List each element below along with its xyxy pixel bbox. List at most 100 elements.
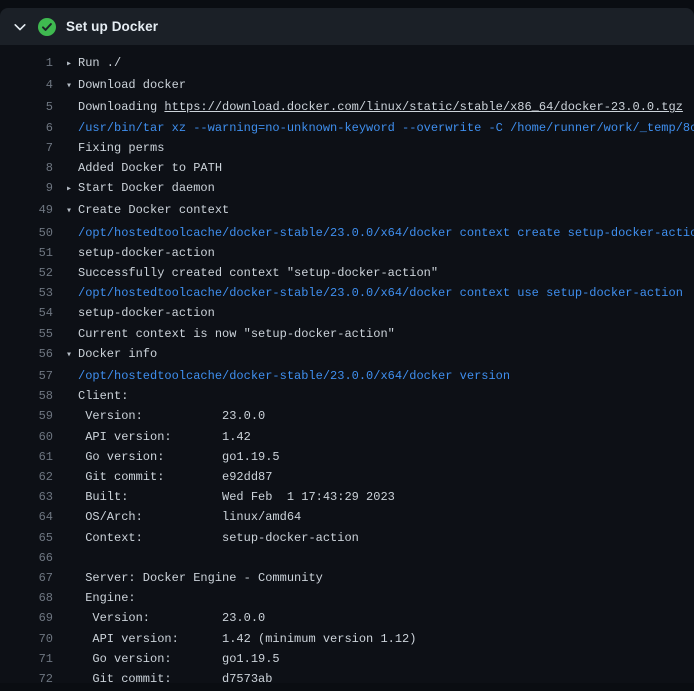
line-number[interactable]: 56 <box>0 344 53 366</box>
line-content: setup-docker-action <box>66 243 215 263</box>
group-line-content[interactable]: ▾Create Docker context <box>66 200 229 222</box>
log-text: Client: <box>78 389 128 403</box>
line-number[interactable]: 67 <box>0 568 53 588</box>
line-number[interactable]: 55 <box>0 324 53 344</box>
line-number[interactable]: 1 <box>0 53 53 75</box>
log-line: 55 Current context is now "setup-docker-a… <box>0 324 694 344</box>
log-text: Current context is now "setup-docker-act… <box>78 327 395 341</box>
group-line-content[interactable]: ▾Docker info <box>66 344 157 366</box>
log-line: 62 Git commit: e92dd87 <box>0 467 694 487</box>
group-line-content[interactable]: ▾Download docker <box>66 75 186 97</box>
line-number[interactable]: 53 <box>0 283 53 303</box>
step-title: Set up Docker <box>66 19 158 34</box>
log-line: 69 Version: 23.0.0 <box>0 608 694 628</box>
log-lines-container: 1▸Run ./4▾Download docker5Downloading ht… <box>0 45 694 683</box>
line-number[interactable]: 71 <box>0 649 53 669</box>
line-number[interactable]: 62 <box>0 467 53 487</box>
log-line: 70 API version: 1.42 (minimum version 1.… <box>0 629 694 649</box>
line-content: API version: 1.42 (minimum version 1.12) <box>66 629 416 649</box>
line-number[interactable]: 6 <box>0 118 53 138</box>
line-number[interactable]: 8 <box>0 158 53 178</box>
log-text: setup-docker-action <box>78 246 215 260</box>
log-text: Engine: <box>78 591 136 605</box>
log-line: 72 Git commit: d7573ab <box>0 669 694 683</box>
log-text: setup-docker-action <box>78 306 215 320</box>
line-number[interactable]: 59 <box>0 406 53 426</box>
line-number[interactable]: 51 <box>0 243 53 263</box>
line-content: API version: 1.42 <box>66 427 251 447</box>
line-content <box>66 548 78 568</box>
line-number[interactable]: 50 <box>0 223 53 243</box>
log-text: Git commit: e92dd87 <box>78 470 272 484</box>
log-line: 63 Built: Wed Feb 1 17:43:29 2023 <box>0 487 694 507</box>
line-number[interactable]: 63 <box>0 487 53 507</box>
line-number[interactable]: 60 <box>0 427 53 447</box>
log-link-url[interactable]: https://download.docker.com/linux/static… <box>164 100 682 114</box>
line-content: Current context is now "setup-docker-act… <box>66 324 395 344</box>
log-line: 6/usr/bin/tar xz --warning=no-unknown-ke… <box>0 118 694 138</box>
log-line: 71 Go version: go1.19.5 <box>0 649 694 669</box>
line-number[interactable]: 5 <box>0 97 53 117</box>
log-line: 54 setup-docker-action <box>0 303 694 323</box>
log-text: Server: Docker Engine - Community <box>78 571 323 585</box>
log-line: 8Added Docker to PATH <box>0 158 694 178</box>
group-toggle-icon[interactable]: ▸ <box>66 55 78 75</box>
line-content: setup-docker-action <box>66 303 215 323</box>
log-line: 5 Downloading https://download.docker.com… <box>0 97 694 117</box>
group-toggle-icon[interactable]: ▸ <box>66 180 78 200</box>
log-line[interactable]: 49 ▾Create Docker context <box>0 200 694 222</box>
log-text: Built: Wed Feb 1 17:43:29 2023 <box>78 490 395 504</box>
log-text: Context: setup-docker-action <box>78 531 359 545</box>
log-command-text: /opt/hostedtoolcache/docker-stable/23.0.… <box>78 286 683 300</box>
line-number[interactable]: 70 <box>0 629 53 649</box>
log-line[interactable]: 1 ▸Run ./ <box>0 53 694 75</box>
log-command-text: /opt/hostedtoolcache/docker-stable/23.0.… <box>78 226 694 240</box>
log-line[interactable]: 56 ▾Docker info <box>0 344 694 366</box>
line-content: Server: Docker Engine - Community <box>66 568 323 588</box>
log-line: 65 Context: setup-docker-action <box>0 528 694 548</box>
line-number[interactable]: 58 <box>0 386 53 406</box>
line-content: Successfully created context "setup-dock… <box>66 263 438 283</box>
line-content: Downloading https://download.docker.com/… <box>66 97 683 117</box>
line-number[interactable]: 4 <box>0 75 53 97</box>
log-text: Fixing perms <box>78 141 164 155</box>
line-number[interactable]: 7 <box>0 138 53 158</box>
log-line: 59 Version: 23.0.0 <box>0 406 694 426</box>
line-content: Context: setup-docker-action <box>66 528 359 548</box>
line-content: OS/Arch: linux/amd64 <box>66 507 301 527</box>
group-toggle-icon[interactable]: ▾ <box>66 202 78 222</box>
group-line-content[interactable]: ▸Start Docker daemon <box>66 178 215 200</box>
line-number[interactable]: 66 <box>0 548 53 568</box>
line-content: Git commit: d7573ab <box>66 669 272 683</box>
log-text: Start Docker daemon <box>78 181 215 195</box>
line-content: /opt/hostedtoolcache/docker-stable/23.0.… <box>66 223 694 243</box>
line-number[interactable]: 65 <box>0 528 53 548</box>
log-line[interactable]: 4 ▾Download docker <box>0 75 694 97</box>
log-line: 7 Fixing perms <box>0 138 694 158</box>
line-number[interactable]: 69 <box>0 608 53 628</box>
log-line: 61 Go version: go1.19.5 <box>0 447 694 467</box>
line-number[interactable]: 72 <box>0 669 53 683</box>
group-toggle-icon[interactable]: ▾ <box>66 346 78 366</box>
group-line-content[interactable]: ▸Run ./ <box>66 53 121 75</box>
log-text: Download docker <box>78 78 186 92</box>
log-text: OS/Arch: linux/amd64 <box>78 510 301 524</box>
line-number[interactable]: 52 <box>0 263 53 283</box>
line-number[interactable]: 61 <box>0 447 53 467</box>
line-number[interactable]: 64 <box>0 507 53 527</box>
line-number[interactable]: 57 <box>0 366 53 386</box>
log-text: API version: 1.42 (minimum version 1.12) <box>78 632 416 646</box>
chevron-down-icon[interactable] <box>12 19 28 35</box>
line-number[interactable]: 49 <box>0 200 53 222</box>
line-content: Git commit: e92dd87 <box>66 467 272 487</box>
line-number[interactable]: 68 <box>0 588 53 608</box>
log-line: 64 OS/Arch: linux/amd64 <box>0 507 694 527</box>
log-line: 52 Successfully created context "setup-do… <box>0 263 694 283</box>
line-number[interactable]: 54 <box>0 303 53 323</box>
group-toggle-icon[interactable]: ▾ <box>66 77 78 97</box>
log-line[interactable]: 9 ▸Start Docker daemon <box>0 178 694 200</box>
log-text: Downloading <box>78 100 164 114</box>
step-header[interactable]: Set up Docker <box>0 8 694 45</box>
log-text: Successfully created context "setup-dock… <box>78 266 438 280</box>
line-number[interactable]: 9 <box>0 178 53 200</box>
